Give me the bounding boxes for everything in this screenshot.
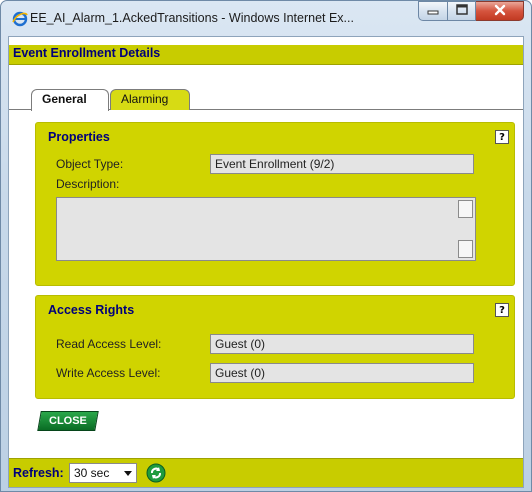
- minimize-button[interactable]: [418, 1, 448, 21]
- object-type-label: Object Type:: [56, 157, 124, 171]
- description-resize-handle[interactable]: [458, 240, 473, 258]
- refresh-bar: Refresh: 30 sec: [9, 458, 523, 487]
- description-field[interactable]: [56, 197, 476, 261]
- write-access-label: Write Access Level:: [56, 366, 161, 380]
- close-window-button[interactable]: [476, 1, 524, 21]
- title-bar[interactable]: EE_AI_Alarm_1.AckedTransitions - Windows…: [0, 0, 532, 36]
- object-type-field: Event Enrollment (9/2): [210, 154, 474, 174]
- minimize-icon: [427, 4, 439, 18]
- details-header: Event Enrollment Details: [9, 45, 523, 65]
- maximize-button[interactable]: [448, 1, 476, 21]
- description-expand-button[interactable]: [458, 200, 473, 218]
- properties-help-button[interactable]: ?: [495, 130, 509, 144]
- read-access-field: Guest (0): [210, 334, 474, 354]
- refresh-interval-value: 30 sec: [74, 466, 110, 480]
- close-icon: [494, 4, 506, 19]
- close-button[interactable]: CLOSE: [37, 411, 99, 431]
- refresh-interval-select[interactable]: 30 sec: [69, 463, 137, 483]
- page-content: Event Enrollment Details General Alarmin…: [8, 36, 524, 488]
- ie-icon: [12, 11, 28, 27]
- properties-title: Properties: [48, 130, 110, 144]
- refresh-label: Refresh:: [13, 466, 64, 480]
- page-title: Event Enrollment Details: [13, 46, 161, 60]
- access-rights-panel: Access Rights ? Read Access Level: Guest…: [35, 295, 515, 399]
- properties-panel: Properties ? Object Type: Event Enrollme…: [35, 122, 515, 286]
- description-label: Description:: [56, 177, 120, 191]
- access-rights-title: Access Rights: [48, 303, 135, 317]
- access-rights-help-button[interactable]: ?: [495, 303, 509, 317]
- refresh-icon[interactable]: [146, 463, 166, 483]
- window-title: EE_AI_Alarm_1.AckedTransitions - Windows…: [30, 11, 354, 25]
- close-button-label: CLOSE: [49, 415, 87, 427]
- chevron-down-icon: [124, 471, 132, 476]
- write-access-field: Guest (0): [210, 363, 474, 383]
- maximize-icon: [455, 4, 468, 18]
- tab-general[interactable]: General: [31, 89, 109, 111]
- read-access-label: Read Access Level:: [56, 337, 162, 351]
- tab-alarming[interactable]: Alarming: [110, 89, 190, 110]
